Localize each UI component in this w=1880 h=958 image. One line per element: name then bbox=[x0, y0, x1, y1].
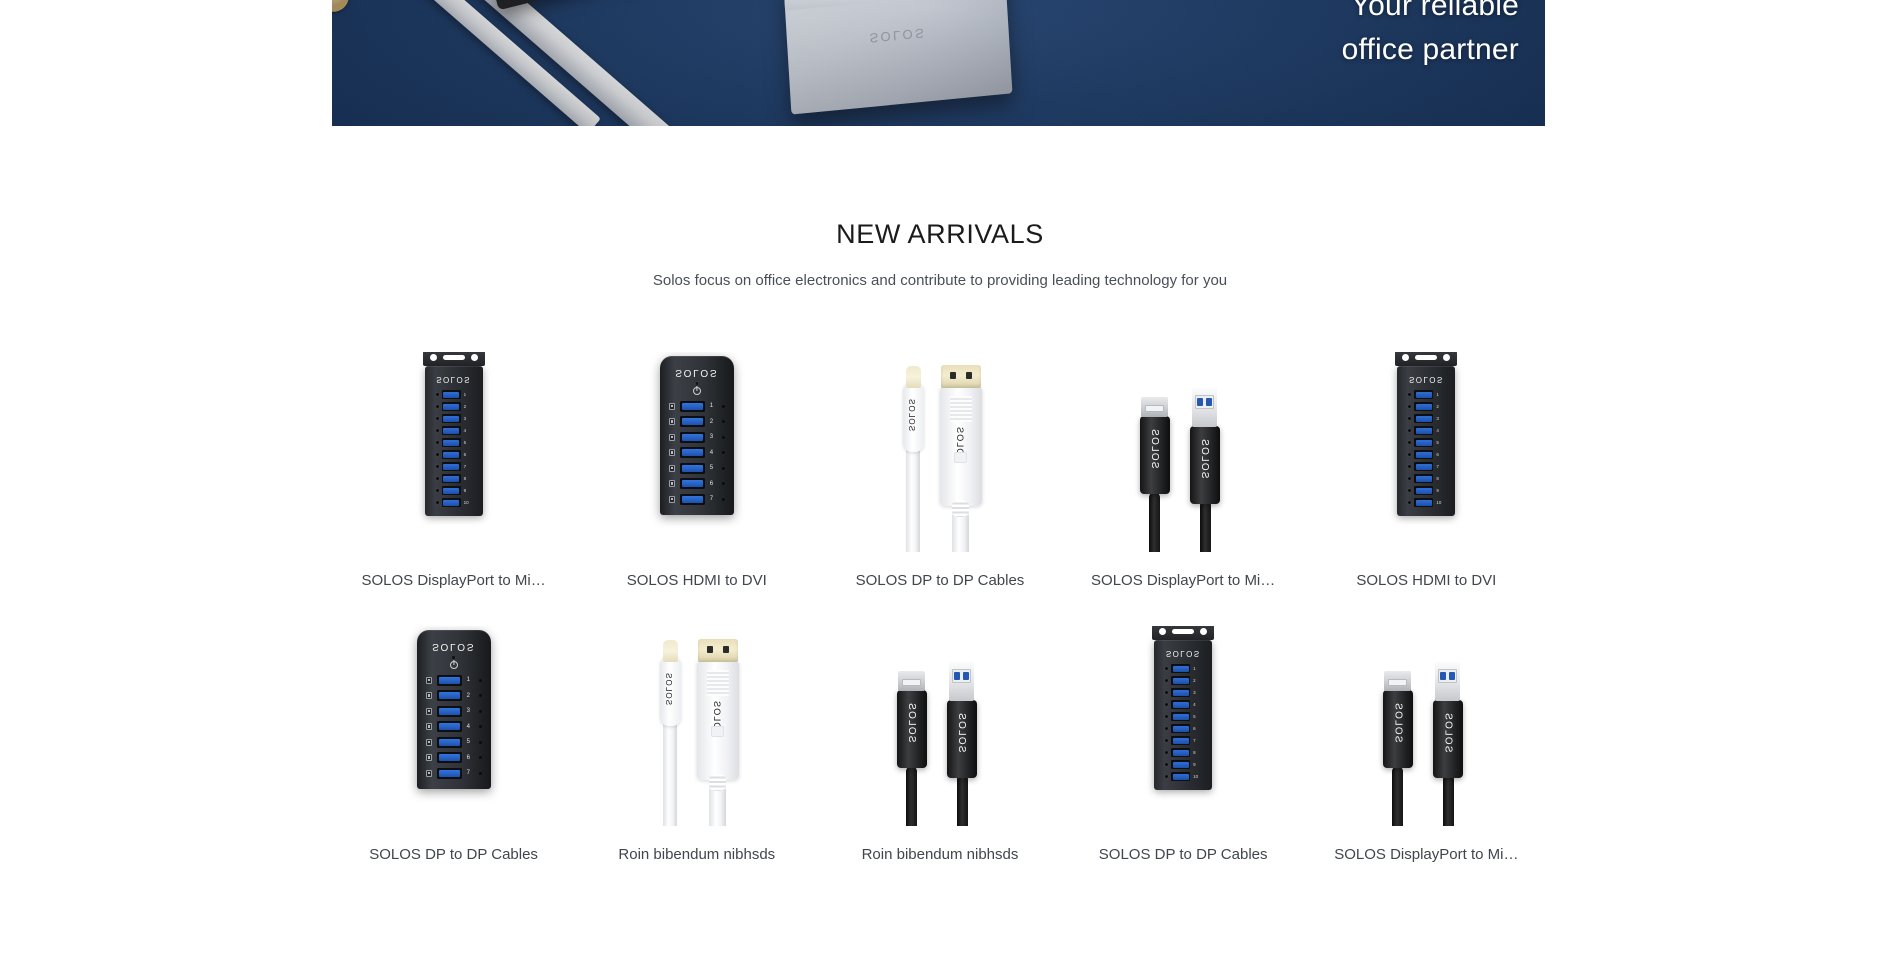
product-title[interactable]: SOLOS DP to DP Cables bbox=[1099, 846, 1268, 863]
hero-tagline-line-2: office partner bbox=[1341, 32, 1519, 66]
product-image-cable-black[interactable]: SOLOS SOLOS bbox=[839, 626, 1040, 826]
product-image-hub-industrial[interactable]: SOLOS 1 2 3 4 5 6 7 8 9 10 bbox=[353, 352, 554, 552]
hero-banner: SOLOS Your reliable office partner bbox=[332, 0, 1545, 126]
product-image-hub-rounded[interactable]: SOLOS 1 2 3 4 5 6 7 bbox=[596, 352, 797, 552]
section-subtitle: Solos focus on office electronics and co… bbox=[652, 272, 1228, 289]
hero-tagline-line-1: Your reliable bbox=[1350, 0, 1519, 22]
product-row: SOLOS 1 2 3 4 5 6 7 SOLOS DP to DP Cables SOLOS… bbox=[332, 626, 1548, 863]
product-card[interactable]: SOLOS 1 2 3 4 5 6 7 8 9 10 SOLOS DP to DP Cables bbox=[1062, 626, 1305, 863]
product-card[interactable]: SOLOS 1 2 3 4 5 6 7 8 9 10 SOLOS HDMI to DVI bbox=[1305, 352, 1548, 589]
product-image-hub-industrial[interactable]: SOLOS 1 2 3 4 5 6 7 8 9 10 bbox=[1326, 352, 1527, 552]
product-card[interactable]: SOLOS SOLOS Roin bibendum nibhsds bbox=[575, 626, 818, 863]
product-card[interactable]: SOLOS SOLOS Roin bibendum nibhsds bbox=[818, 626, 1061, 863]
hero-tagline: Your reliable office partner bbox=[1342, 0, 1519, 72]
product-row: SOLOS 1 2 3 4 5 6 7 8 9 10 SOLOS DisplayPort to Mi… bbox=[332, 352, 1548, 589]
product-grid: SOLOS 1 2 3 4 5 6 7 8 9 10 SOLOS DisplayPort to Mi… bbox=[332, 352, 1548, 863]
product-image-cable-white[interactable]: SOLOS SOLOS bbox=[596, 626, 797, 826]
product-card[interactable]: SOLOS SOLOS SOLOS DisplayPort to Mi… bbox=[1305, 626, 1548, 863]
product-title[interactable]: SOLOS DisplayPort to Mi… bbox=[1334, 846, 1518, 863]
product-title[interactable]: SOLOS DP to DP Cables bbox=[856, 572, 1025, 589]
product-card[interactable]: SOLOS SOLOS SOLOS DisplayPort to Mi… bbox=[1062, 352, 1305, 589]
product-title[interactable]: Roin bibendum nibhsds bbox=[618, 846, 775, 863]
product-image-cable-black[interactable]: SOLOS SOLOS bbox=[1083, 352, 1284, 552]
product-title[interactable]: SOLOS DP to DP Cables bbox=[369, 846, 538, 863]
product-title[interactable]: SOLOS DisplayPort to Mi… bbox=[1091, 572, 1275, 589]
section-title: NEW ARRIVALS bbox=[836, 219, 1044, 249]
product-image-cable-black[interactable]: SOLOS SOLOS bbox=[1326, 626, 1527, 826]
product-title[interactable]: Roin bibendum nibhsds bbox=[862, 846, 1019, 863]
product-card[interactable]: SOLOS 1 2 3 4 5 6 7 8 9 10 SOLOS DisplayPort to Mi… bbox=[332, 352, 575, 589]
product-title[interactable]: SOLOS HDMI to DVI bbox=[1356, 572, 1496, 589]
product-title[interactable]: SOLOS HDMI to DVI bbox=[627, 572, 767, 589]
product-image-cable-white[interactable]: SOLOS SOLOS bbox=[839, 352, 1040, 552]
page-root: SOLOS Your reliable office partner NEW A… bbox=[0, 0, 1880, 958]
product-title[interactable]: SOLOS DisplayPort to Mi… bbox=[361, 572, 545, 589]
product-card[interactable]: SOLOS 1 2 3 4 5 6 7 SOLOS HDMI to DVI bbox=[575, 352, 818, 589]
product-card[interactable]: SOLOS SOLOS SOLOS DP to DP Cables bbox=[818, 352, 1061, 589]
product-card[interactable]: SOLOS 1 2 3 4 5 6 7 SOLOS DP to DP Cables bbox=[332, 626, 575, 863]
product-image-hub-industrial[interactable]: SOLOS 1 2 3 4 5 6 7 8 9 10 bbox=[1083, 626, 1284, 826]
product-image-hub-rounded[interactable]: SOLOS 1 2 3 4 5 6 7 bbox=[353, 626, 554, 826]
